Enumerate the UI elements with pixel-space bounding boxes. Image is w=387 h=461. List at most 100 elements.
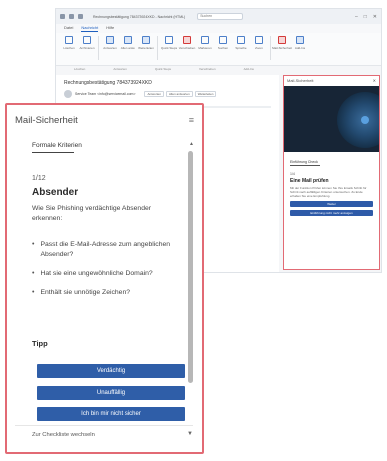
criterion-intro: Wie Sie Phishing verdächtige Absender er… (32, 205, 152, 222)
checklist-link[interactable]: Zur Checkliste wechseln (32, 432, 95, 438)
archive-button[interactable]: Archivieren (80, 36, 95, 50)
group-label: Antworten (113, 67, 127, 71)
group-label: Quick Steps (154, 67, 172, 71)
mail-subject: Rechnungsbestätigung 784373924XKD (64, 80, 152, 86)
forward-action-button[interactable]: Weiterleiten (194, 91, 217, 97)
next-button[interactable]: Weiter (290, 201, 373, 207)
mail-actions: Antworten Allen antworten Weiterleiten (144, 91, 217, 97)
criteria-list: • Passt die E-Mail-Adresse zum angebliche… (32, 240, 182, 307)
grid-icon (296, 36, 304, 44)
reply-all-icon (124, 36, 132, 44)
delete-button[interactable]: Löschen (62, 36, 76, 50)
magnifier-icon (219, 36, 227, 44)
footer-divider (15, 425, 193, 426)
list-item-text: Passt die E-Mail-Adresse zum angeblichen… (40, 241, 171, 258)
mail-header: Service Team <info@servicemail.com> Antw… (56, 88, 279, 100)
step-counter: 1/12 (32, 175, 46, 182)
menu-hilfe[interactable]: Hilfe (106, 25, 114, 32)
addin-taskpane-title: Mail-Sicherheit (287, 78, 314, 83)
chevron-down-icon[interactable]: ▼ (187, 431, 193, 437)
avatar (64, 90, 72, 98)
lightning-icon (165, 36, 173, 44)
section-title[interactable]: Formale Kriterien (32, 142, 82, 149)
flag-icon (201, 36, 209, 44)
search-input[interactable]: Suchen (197, 13, 244, 20)
quick-steps-button[interactable]: Quick Steps (161, 36, 177, 50)
panel-title: Mail-Sicherheit (15, 114, 78, 126)
find-button[interactable]: Suchen (216, 36, 230, 50)
hide-intro-button[interactable]: Einführung nicht mehr anzeigen (290, 210, 373, 216)
archive-icon (83, 36, 91, 44)
chevron-up-icon[interactable]: ▲ (189, 141, 194, 147)
reply-action-button[interactable]: Antworten (144, 91, 164, 97)
title-bar: Rechnungsbestätigung 784373924XKD - Nach… (56, 9, 381, 24)
screen: Rechnungsbestätigung 784373924XKD - Nach… (0, 0, 387, 461)
folder-move-icon (183, 36, 191, 44)
mail-security-button[interactable]: Mail-Sicherheit (272, 36, 292, 50)
list-item: • Enthält sie unnötige Zeichen? (32, 288, 182, 298)
addins-button[interactable]: Add-Ins (293, 36, 307, 50)
move-button[interactable]: Verschieben (179, 36, 195, 50)
trash-icon (65, 36, 73, 44)
menu-bar: Datei Nachricht Hilfe (56, 24, 381, 33)
ribbon-divider (270, 36, 271, 60)
reply-icon (106, 36, 114, 44)
list-item-text: Hat sie eine ungewöhnliche Domain? (40, 270, 153, 277)
group-label: Verschieben (199, 67, 216, 71)
close-window-button[interactable]: ✕ (373, 14, 377, 20)
section-underline (32, 152, 74, 154)
addin-taskpane-header: Mail-Sicherheit ✕ (284, 76, 379, 86)
forward-icon (142, 36, 150, 44)
panel-menu-icon[interactable]: ≡ (189, 115, 194, 125)
reply-button[interactable]: Antworten (103, 36, 117, 50)
hero-image (284, 86, 379, 152)
group-label: Löschen (74, 67, 86, 71)
scrollbar-thumb[interactable] (188, 151, 193, 383)
zoom-button[interactable]: Zoom (252, 36, 266, 50)
bullet-icon: • (32, 289, 35, 296)
shield-icon (278, 36, 286, 44)
not-sure-button[interactable]: Ich bin mir nicht sicher (37, 407, 185, 421)
ribbon-divider (98, 36, 99, 60)
panel-header: Mail-Sicherheit ≡ (7, 105, 202, 135)
scrollbar[interactable] (188, 151, 193, 421)
tips-heading[interactable]: Tipp (32, 339, 48, 348)
maximize-button[interactable]: □ (364, 14, 367, 20)
undo-icon[interactable] (69, 14, 74, 19)
suspicious-button[interactable]: Verdächtig (37, 364, 185, 378)
list-item-text: Enthält sie unnötige Zeichen? (40, 289, 131, 296)
minimize-button[interactable]: – (355, 14, 358, 20)
window-title: Rechnungsbestätigung 784373924XKD - Nach… (93, 14, 186, 19)
window-controls: – □ ✕ (355, 14, 377, 20)
forward-button[interactable]: Weiterleiten (138, 36, 154, 50)
unremarkable-button[interactable]: Unauffällig (37, 386, 185, 400)
menu-datei[interactable]: Datei (64, 25, 73, 32)
tab-intro-check[interactable]: Einführung Check (290, 160, 320, 166)
zoom-icon (255, 36, 263, 44)
step-counter: 1/4 (290, 172, 295, 176)
group-label: Add-Ins (243, 67, 254, 71)
flag-button[interactable]: Markieren (198, 36, 212, 50)
list-item: • Passt die E-Mail-Adresse zum angebliche… (32, 240, 182, 260)
translate-icon (237, 36, 245, 44)
addin-heading: Eine Mail prüfen (290, 178, 329, 184)
addin-description: Mit der Funktion Prüfen können Sie Ihre … (290, 186, 367, 198)
reply-all-button[interactable]: Allen antw. (121, 36, 135, 50)
ribbon-group-labels: Löschen Antworten Quick Steps Verschiebe… (56, 66, 381, 72)
mail-sender[interactable]: Service Team <info@servicemail.com> (75, 92, 135, 96)
bullet-icon: • (32, 270, 35, 277)
addin-close-icon[interactable]: ✕ (373, 78, 376, 84)
bullet-icon: • (32, 241, 35, 248)
redo-icon[interactable] (78, 14, 83, 19)
ribbon-divider (157, 36, 158, 60)
language-button[interactable]: Sprache (234, 36, 248, 50)
save-icon[interactable] (60, 14, 65, 19)
criterion-heading: Absender (32, 187, 79, 198)
mail-security-panel: Mail-Sicherheit ≡ Formale Kriterien ▲ 1/… (5, 103, 204, 454)
menu-nachricht[interactable]: Nachricht (81, 25, 99, 32)
disc-graphic (337, 92, 379, 148)
list-item: • Hat sie eine ungewöhnliche Domain? (32, 269, 182, 279)
ribbon: Löschen Archivieren Antworten Allen antw… (56, 33, 381, 66)
addin-taskpane: Mail-Sicherheit ✕ Einführung Check 1/4 E… (283, 75, 380, 270)
reply-all-action-button[interactable]: Allen antworten (166, 91, 193, 97)
